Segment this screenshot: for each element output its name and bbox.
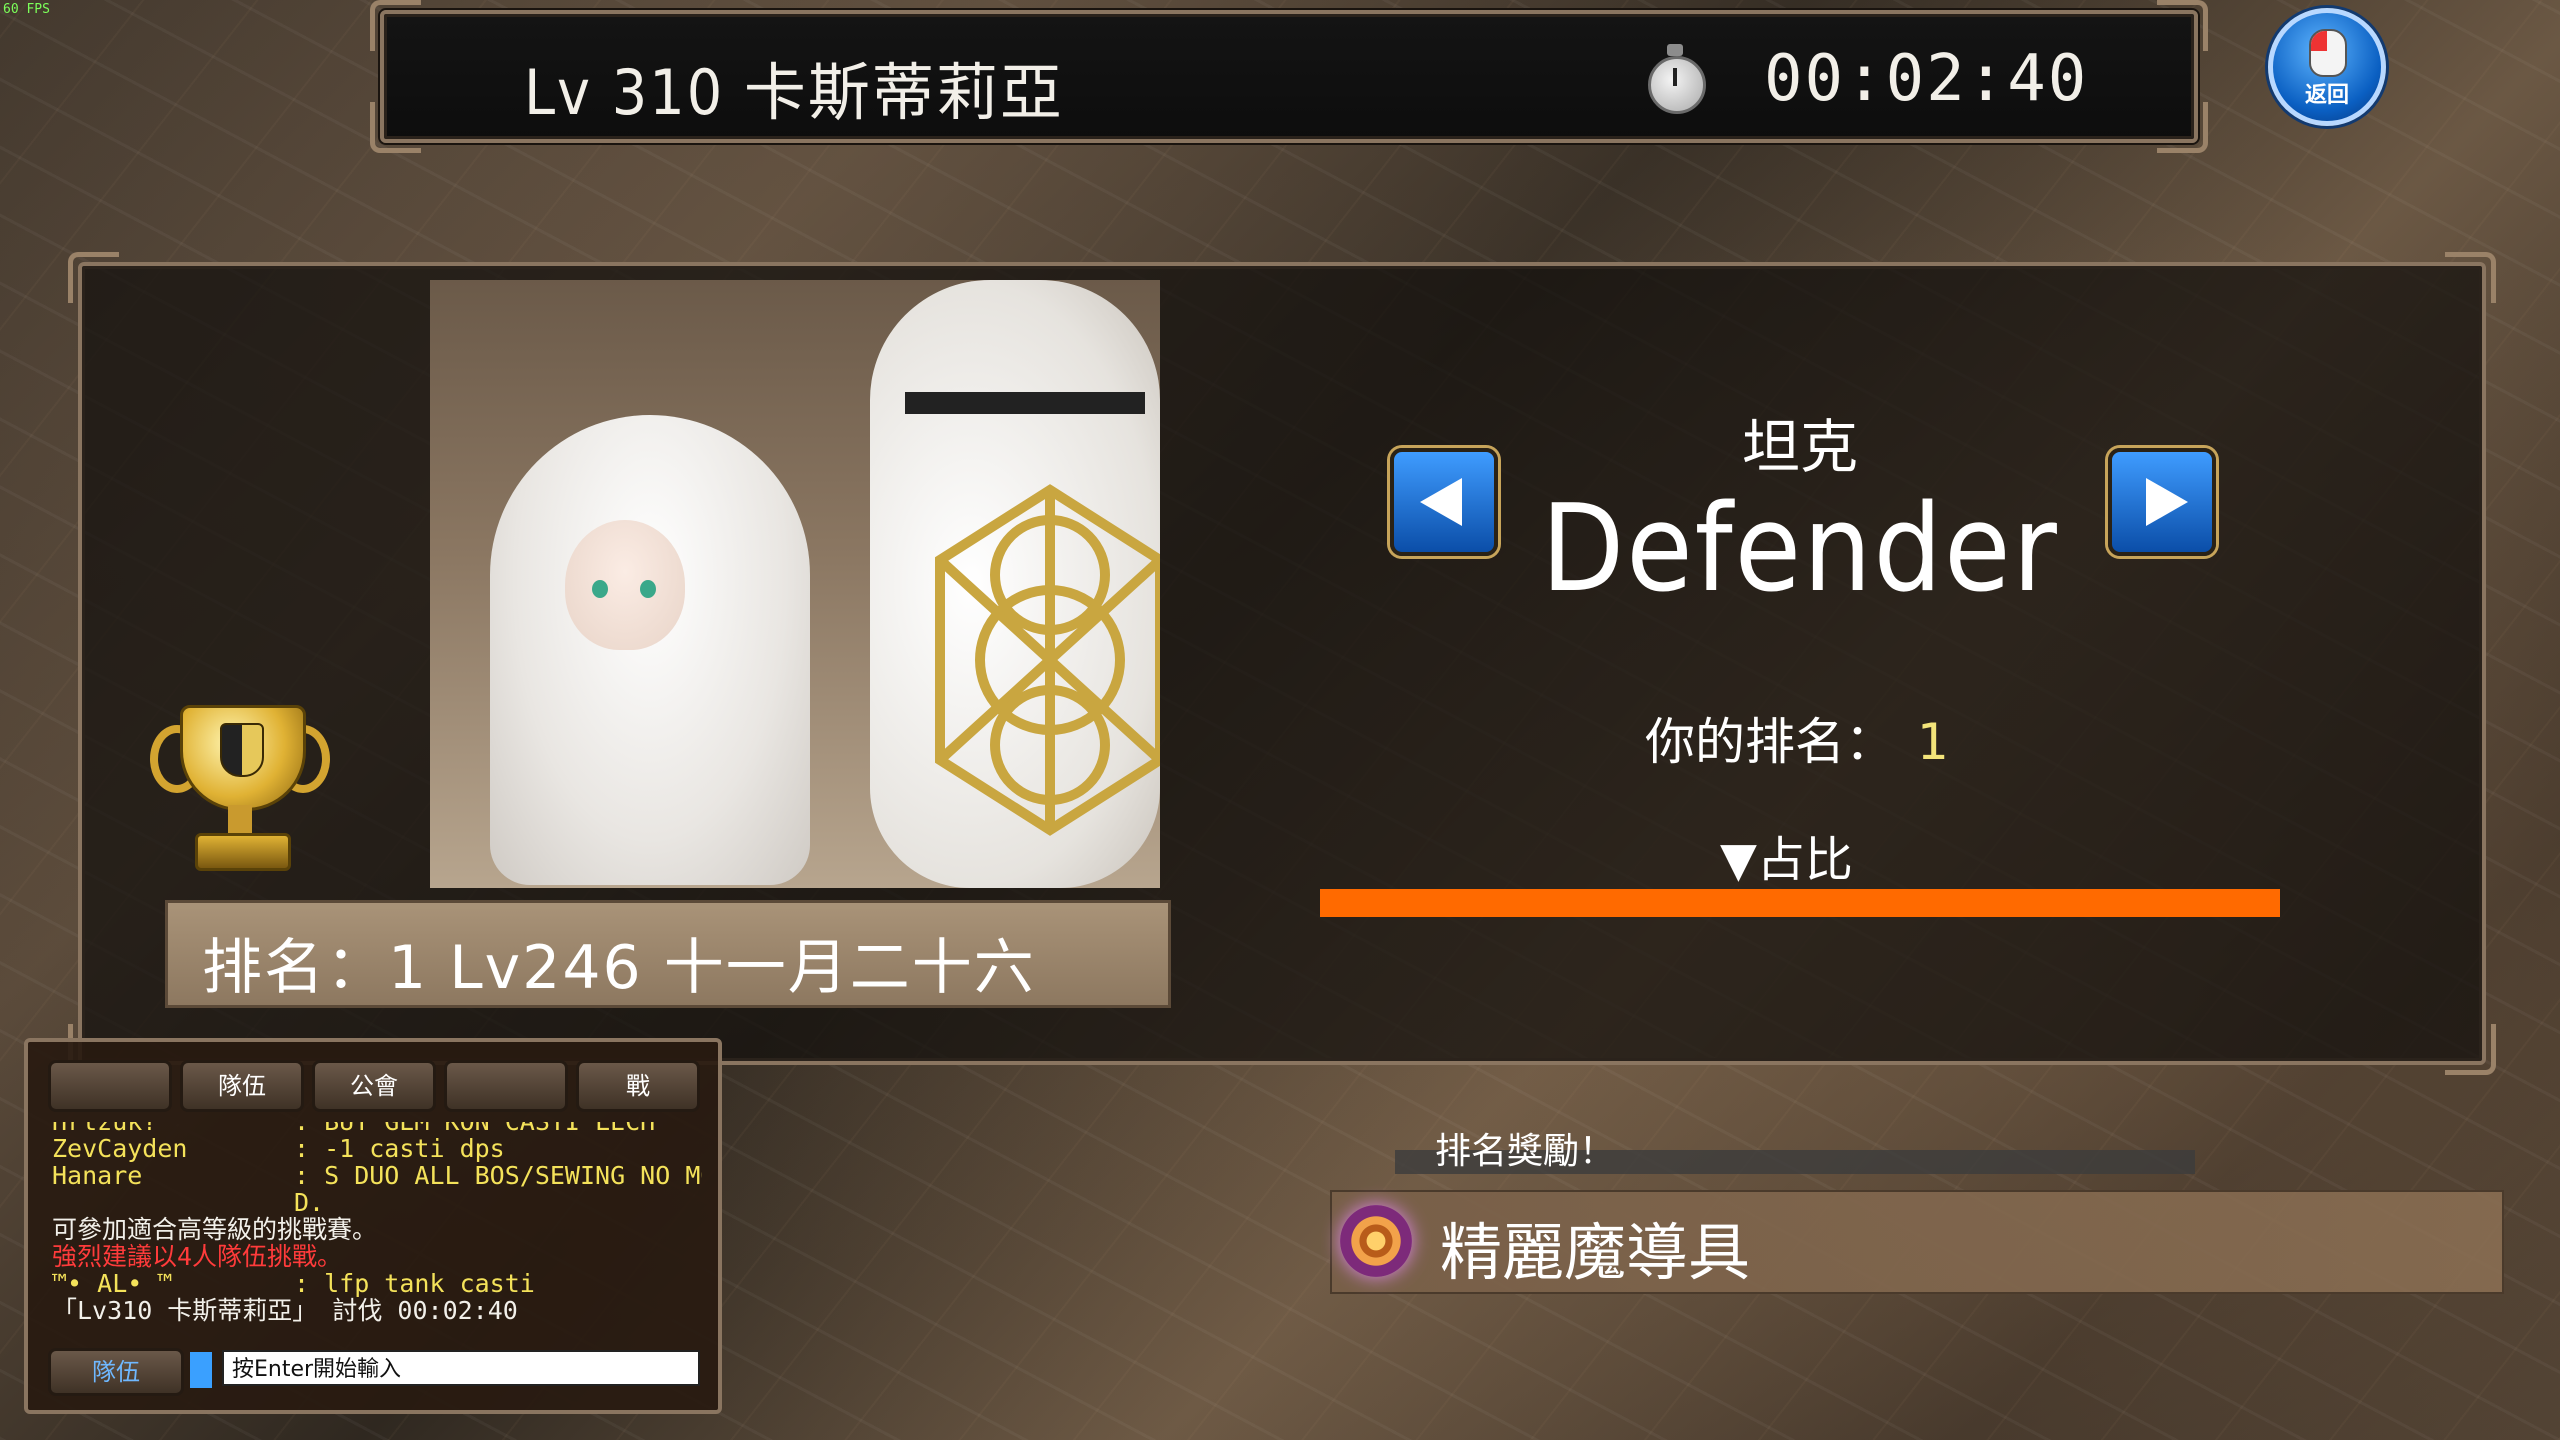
chat-tab-party[interactable]: 隊伍 [180,1060,304,1112]
rank-caption-plate: 排名：1 Lv246 十一月二十六 [165,900,1171,1008]
chat-channel-button[interactable]: 隊伍 [48,1348,184,1396]
role-name-en: Defender [1541,480,2059,619]
chat-text: : -1 casti dps [294,1134,505,1163]
chat-text: : lfp tank casti [294,1269,535,1298]
your-rank: 你的排名： 1 [1645,702,1949,774]
frame-corner [2445,1024,2496,1075]
character-eye [640,580,656,598]
chat-sender: ZevCayden [52,1134,188,1163]
chat-tab-all[interactable] [48,1060,172,1112]
your-rank-label: 你的排名： [1645,713,1895,771]
chat-text: : S DUO ALL BOS/SEWING NO MO [294,1161,702,1190]
character-face [565,520,685,650]
character-portrait [430,280,1160,888]
chat-line: ™• AL• ™ : lfp tank casti [52,1270,702,1297]
frame-corner [68,252,119,303]
your-rank-value: 1 [1917,713,1949,771]
share-bar [1320,889,2280,917]
frame-corner [370,0,421,51]
chat-cursor [190,1352,212,1388]
chat-tab-guild[interactable]: 公會 [312,1060,436,1112]
next-role-button[interactable] [2108,448,2216,556]
boss-title-bar: Lv 310 卡斯蒂莉亞 00:02:40 [370,0,2208,153]
share-label: ▼占比 [1720,832,1853,888]
chat-input[interactable]: 按Enter開始輸入 [222,1350,700,1386]
chat-line: Hanare : S DUO ALL BOS/SEWING NO MO [52,1162,702,1189]
return-button[interactable]: 返回 [2268,8,2386,126]
prev-role-button[interactable] [1390,448,1498,556]
reward-item-name: 精麗魔導具 [1440,1216,1751,1289]
character-eye [592,580,608,598]
chat-log[interactable]: Hrtzuk?: BUY GEM KON CASTI LECH ZevCayde… [52,1122,702,1352]
role-name-cn: 坦克 [1741,413,1858,481]
boss-title: Lv 310 卡斯蒂莉亞 [524,56,1064,129]
chat-line: 強烈建議以4人隊伍挑戰。 [52,1243,702,1270]
frame-corner [2157,102,2208,153]
arrow-left-icon [1420,478,1462,526]
ring-item-icon [1340,1205,1412,1277]
reward-header: 排名獎勵！ [1435,1131,1616,1172]
lantern-pattern [935,484,1160,836]
fps-counter: 60 FPS [3,2,50,17]
chat-panel: 隊伍 公會 戰 Hrtzuk?: BUY GEM KON CASTI LECH … [24,1038,722,1414]
system-warning: 強烈建議以4人隊伍挑戰。 [52,1242,343,1271]
stopwatch-icon [1646,44,1706,114]
chat-line: D. [52,1189,702,1216]
mouse-icon [2309,29,2347,77]
chat-tab-whisper[interactable] [444,1060,568,1112]
chat-line: 「Lv310 卡斯蒂莉亞」 討伐 00:02:40 [52,1297,702,1324]
character-hood [490,415,810,885]
chat-line: 可參加適合高等級的挑戰賽。 [52,1216,702,1243]
lantern-band [905,392,1145,414]
frame-corner [2157,0,2208,51]
frame-corner [370,102,421,153]
frame-corner [2445,252,2496,303]
trophy-icon [150,705,330,885]
system-message: 可參加適合高等級的挑戰賽。 [52,1215,378,1244]
chat-text: D. [294,1188,325,1217]
return-label: 返回 [2304,83,2349,108]
chat-sender: ™• AL• ™ [52,1269,173,1298]
chat-tab-battle[interactable]: 戰 [576,1060,700,1112]
clear-timer: 00:02:40 [1764,42,2089,116]
rank-caption: 排名：1 Lv246 十一月二十六 [202,933,1036,1003]
chat-sender: Hanare [52,1161,143,1190]
system-message: 「Lv310 卡斯蒂莉亞」 討伐 00:02:40 [52,1296,518,1325]
chat-line: ZevCayden : -1 casti dps [52,1135,702,1162]
arrow-right-icon [2146,478,2188,526]
